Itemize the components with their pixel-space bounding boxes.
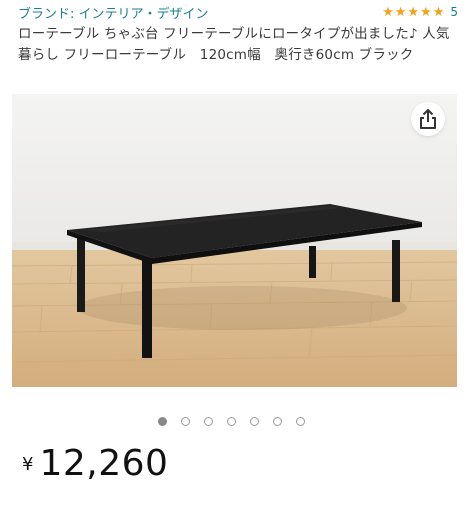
carousel-dot[interactable] [157, 416, 167, 426]
star-icon: ★ [420, 4, 432, 20]
brand-link[interactable]: ブランド: インテリア・デザイン [18, 3, 209, 22]
carousel-dot[interactable] [226, 416, 236, 426]
brand-rating-row: ブランド: インテリア・デザイン ★ ★ ★ ★ ★ 5 [18, 2, 458, 22]
carousel-dot[interactable] [272, 416, 282, 426]
price: ¥ 12,260 [22, 442, 168, 492]
share-icon [420, 109, 436, 129]
star-icon: ★ [432, 4, 445, 20]
carousel-dot[interactable] [295, 416, 305, 426]
product-image[interactable] [12, 94, 457, 387]
star-icon: ★ [394, 4, 407, 20]
rating-count[interactable]: 5 [450, 5, 458, 19]
price-value: 12,260 [39, 443, 169, 484]
star-icon: ★ [382, 4, 394, 20]
image-carousel-dots [0, 413, 470, 429]
currency-symbol: ¥ [22, 454, 34, 475]
star-icon: ★ [407, 4, 420, 20]
share-button[interactable] [411, 102, 445, 136]
carousel-dot[interactable] [249, 416, 259, 426]
carousel-dot[interactable] [203, 416, 213, 426]
rating[interactable]: ★ ★ ★ ★ ★ 5 [382, 5, 458, 19]
table-photo [12, 94, 457, 387]
product-title: ローテーブル ちゃぶ台 フリーテーブルにロータイプが出ました♪ 人気 暮らし フ… [18, 26, 450, 63]
carousel-dot[interactable] [180, 416, 190, 426]
